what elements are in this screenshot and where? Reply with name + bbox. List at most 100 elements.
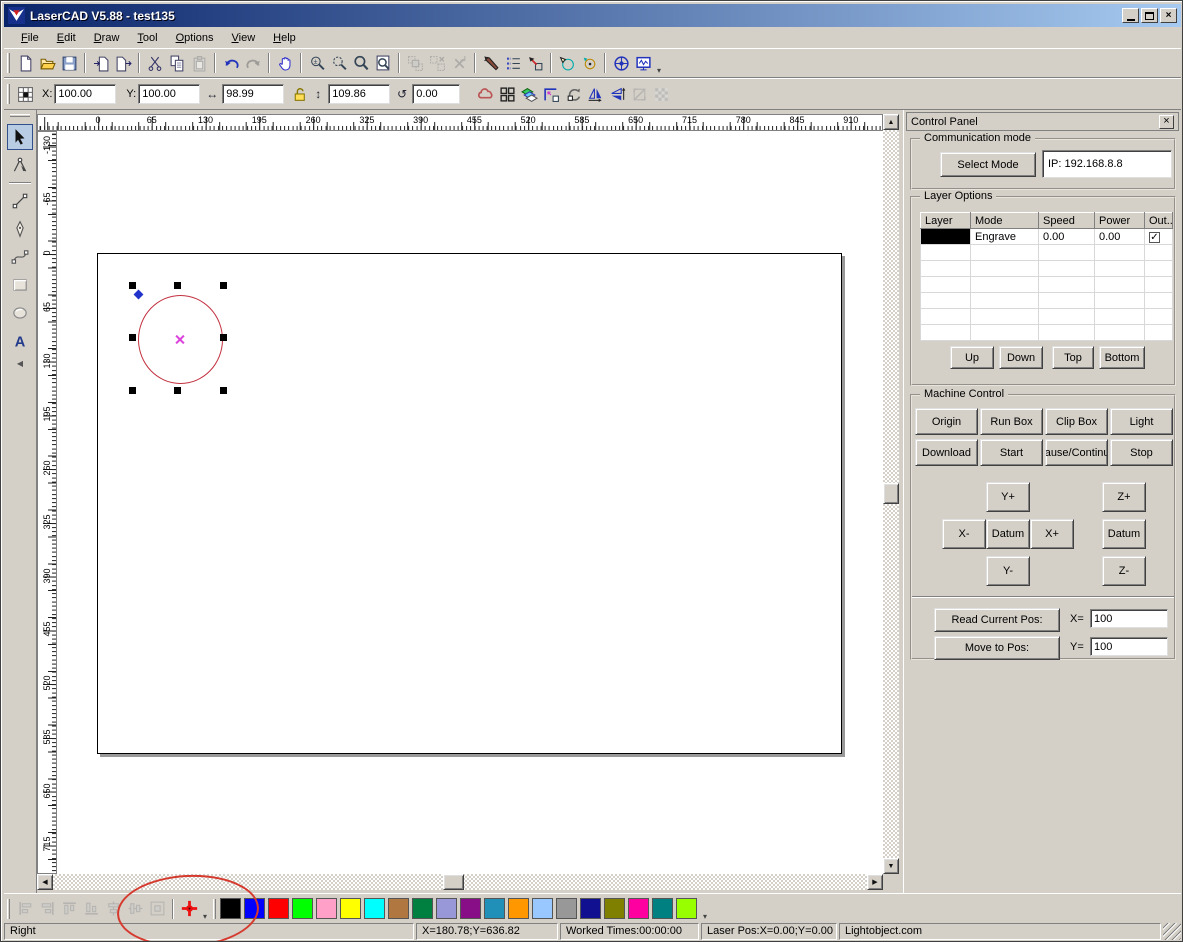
read-current-pos-button[interactable]: Read Current Pos: <box>934 608 1060 632</box>
selection-handle[interactable] <box>129 334 136 341</box>
cut-icon[interactable] <box>144 52 166 74</box>
copy-icon[interactable] <box>166 52 188 74</box>
laser-target-icon[interactable] <box>178 898 200 920</box>
toolbar-overflow-icon[interactable]: ▾ <box>654 66 664 75</box>
pause-continue-button[interactable]: Pause/Continue <box>1045 439 1108 466</box>
origin-button[interactable]: Origin <box>915 408 978 435</box>
menu-file[interactable]: File <box>12 29 48 47</box>
menu-draw[interactable]: Draw <box>85 29 129 47</box>
layer-top-button[interactable]: Top <box>1052 346 1094 369</box>
zoom-all-icon[interactable] <box>350 52 372 74</box>
rotation-input[interactable] <box>412 84 460 104</box>
mirror-v-icon[interactable] <box>606 83 628 105</box>
horizontal-scrollbar[interactable]: ◀ ▶ <box>37 874 883 890</box>
jog-z-plus-button[interactable]: Z+ <box>1102 482 1146 512</box>
layer-up-button[interactable]: Up <box>950 346 994 369</box>
pan-icon[interactable] <box>274 52 296 74</box>
drawing-canvas[interactable] <box>57 131 883 874</box>
minimize-button[interactable] <box>1122 8 1139 23</box>
palette-color-13[interactable] <box>532 898 553 919</box>
palette-color-9[interactable] <box>436 898 457 919</box>
array-icon[interactable] <box>496 83 518 105</box>
target-dropdown-icon[interactable]: ▾ <box>200 912 210 921</box>
light-button[interactable]: Light <box>1110 408 1173 435</box>
pos-x-input[interactable] <box>1090 609 1168 628</box>
download-button[interactable]: Download <box>915 439 978 466</box>
palette-color-1[interactable] <box>244 898 265 919</box>
stop-button[interactable]: Stop <box>1110 439 1173 466</box>
palette-color-17[interactable] <box>628 898 649 919</box>
palette-color-18[interactable] <box>652 898 673 919</box>
palette-color-16[interactable] <box>604 898 625 919</box>
vertical-scrollbar[interactable]: ▲ ▼ <box>883 114 899 874</box>
menu-options[interactable]: Options <box>167 29 223 47</box>
rect-tool-icon[interactable] <box>7 272 33 298</box>
selection-handle[interactable] <box>129 387 136 394</box>
collapse-tools-icon[interactable]: ◀ <box>17 359 23 368</box>
jog-datum-xy-button[interactable]: Datum <box>986 519 1030 549</box>
node-edit-tool-icon[interactable] <box>7 152 33 178</box>
palette-color-7[interactable] <box>388 898 409 919</box>
layer-column-header[interactable]: Layer <box>921 213 971 229</box>
open-file-icon[interactable] <box>36 52 58 74</box>
node-rotate-icon[interactable] <box>578 52 600 74</box>
palette-color-5[interactable] <box>340 898 361 919</box>
ellipse-tool-icon[interactable] <box>7 300 33 326</box>
jog-y-minus-button[interactable]: Y- <box>986 556 1030 586</box>
layer-color-swatch[interactable] <box>921 229 971 245</box>
palette-color-14[interactable] <box>556 898 577 919</box>
scroll-up-icon[interactable]: ▲ <box>883 114 899 130</box>
output-checkbox[interactable]: ✓ <box>1149 232 1160 243</box>
palette-color-19[interactable] <box>676 898 697 919</box>
selection-handle[interactable] <box>220 334 227 341</box>
mirror-h-icon[interactable] <box>584 83 606 105</box>
weld-icon[interactable] <box>474 83 496 105</box>
palette-color-12[interactable] <box>508 898 529 919</box>
layer-bottom-button[interactable]: Bottom <box>1099 346 1145 369</box>
center-view-icon[interactable] <box>610 52 632 74</box>
toolbar-grip[interactable] <box>7 899 10 919</box>
lock-icon[interactable] <box>288 83 310 105</box>
close-button[interactable]: × <box>1160 8 1177 23</box>
zoom-page-icon[interactable] <box>372 52 394 74</box>
palette-overflow-icon[interactable]: ▾ <box>700 912 710 921</box>
snap-icon[interactable] <box>540 83 562 105</box>
scroll-left-icon[interactable]: ◀ <box>37 874 53 890</box>
pen-tool-icon[interactable] <box>7 216 33 242</box>
menu-view[interactable]: View <box>223 29 265 47</box>
selection-handle[interactable] <box>174 387 181 394</box>
layer-column-header[interactable]: Power <box>1095 213 1145 229</box>
zoom-selection-icon[interactable] <box>328 52 350 74</box>
layer-table[interactable]: LayerModeSpeedPowerOut... Engrave0.000.0… <box>920 212 1173 341</box>
width-input[interactable] <box>222 84 284 104</box>
jog-datum-z-button[interactable]: Datum <box>1102 519 1146 549</box>
palette-color-4[interactable] <box>316 898 337 919</box>
object-list-icon[interactable] <box>502 52 524 74</box>
height-input[interactable] <box>328 84 390 104</box>
panel-close-icon[interactable]: × <box>1159 115 1174 129</box>
palette-color-6[interactable] <box>364 898 385 919</box>
new-file-icon[interactable] <box>14 52 36 74</box>
menu-edit[interactable]: Edit <box>48 29 85 47</box>
layer-row[interactable]: Engrave0.000.00✓ <box>921 229 1173 245</box>
jog-x-plus-button[interactable]: X+ <box>1030 519 1074 549</box>
selection-handle[interactable] <box>174 282 181 289</box>
x-position-input[interactable] <box>54 84 116 104</box>
palette-color-2[interactable] <box>268 898 289 919</box>
bezier-tool-icon[interactable] <box>7 244 33 270</box>
toolbar-grip[interactable] <box>7 84 10 104</box>
export-icon[interactable] <box>112 52 134 74</box>
jog-z-minus-button[interactable]: Z- <box>1102 556 1146 586</box>
line-tool-icon[interactable] <box>7 188 33 214</box>
selection-handle[interactable] <box>129 282 136 289</box>
clip-box-button[interactable]: Clip Box <box>1045 408 1108 435</box>
layer-down-button[interactable]: Down <box>999 346 1043 369</box>
layer-speed[interactable]: 0.00 <box>1039 229 1095 245</box>
start-button[interactable]: Start <box>980 439 1043 466</box>
layer-mode[interactable]: Engrave <box>971 229 1039 245</box>
toolbar-grip[interactable] <box>7 53 10 73</box>
undo-icon[interactable] <box>220 52 242 74</box>
toolbar-grip[interactable] <box>10 114 30 117</box>
selection-handle[interactable] <box>220 282 227 289</box>
vscroll-thumb[interactable] <box>883 483 899 504</box>
